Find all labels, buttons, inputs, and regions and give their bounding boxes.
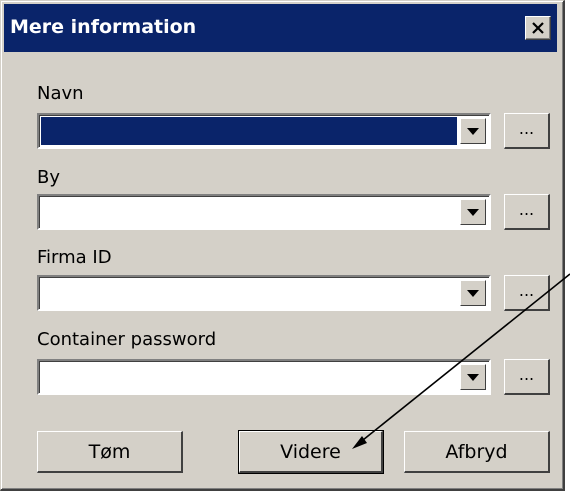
firma-id-browse-button[interactable]: ...	[504, 275, 550, 311]
title-bar: Mere information	[4, 4, 557, 52]
navn-combobox[interactable]	[37, 113, 491, 149]
close-button[interactable]	[525, 16, 551, 40]
navn-browse-button[interactable]: ...	[504, 113, 550, 149]
by-combobox[interactable]	[37, 194, 491, 230]
triangle-down-icon	[467, 127, 479, 135]
clear-button[interactable]: Tøm	[37, 431, 183, 473]
by-value	[41, 198, 457, 226]
triangle-down-icon	[467, 289, 479, 297]
cancel-button[interactable]: Afbryd	[404, 431, 550, 473]
by-browse-button[interactable]: ...	[504, 194, 550, 230]
navn-label: Navn	[37, 83, 84, 104]
window-title: Mere information	[10, 16, 197, 38]
dialog-window: Mere information Navn ... By ... Firma I…	[0, 0, 565, 491]
triangle-down-icon	[467, 208, 479, 216]
navn-value	[41, 117, 457, 145]
firma-id-label: Firma ID	[37, 247, 112, 268]
container-password-browse-button[interactable]: ...	[504, 359, 550, 395]
close-icon	[532, 22, 544, 34]
by-dropdown-button[interactable]	[460, 199, 486, 225]
next-button[interactable]: Videre	[238, 430, 384, 474]
triangle-down-icon	[467, 373, 479, 381]
container-password-label: Container password	[37, 329, 217, 350]
firma-id-value	[41, 279, 457, 307]
container-password-combobox[interactable]	[37, 359, 491, 395]
navn-dropdown-button[interactable]	[460, 118, 486, 144]
firma-id-combobox[interactable]	[37, 275, 491, 311]
container-password-value	[41, 363, 457, 391]
firma-id-dropdown-button[interactable]	[460, 280, 486, 306]
container-password-dropdown-button[interactable]	[460, 364, 486, 390]
by-label: By	[37, 167, 61, 188]
